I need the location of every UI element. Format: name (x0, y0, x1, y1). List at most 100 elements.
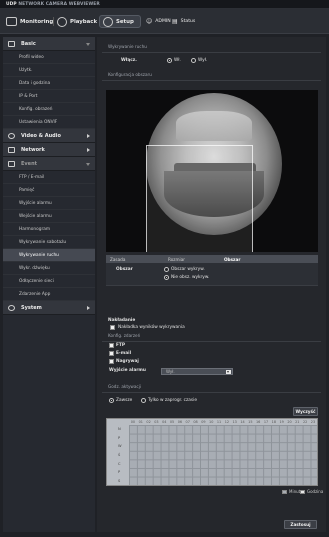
monitoring-button[interactable]: Monitoring (6, 15, 53, 28)
sidebar-section-label: Basic (21, 40, 36, 47)
sidebar-section-event[interactable]: Event (3, 157, 95, 171)
sidebar-section-basic[interactable]: Basic (3, 37, 95, 51)
alarm-out-label: Wyjście alarmu (109, 368, 146, 373)
sidebar-item[interactable]: Harmonogram (3, 223, 95, 236)
app-brand: UDP NETWORK CAMERA WEBVIEWER (6, 2, 100, 7)
basic-icon (8, 40, 15, 47)
system-icon (8, 304, 15, 311)
playback-button[interactable]: Playback (57, 15, 97, 28)
enable-off-radio[interactable] (191, 58, 196, 63)
schedule-days: N P W Ś C P S (107, 425, 129, 485)
sidebar-item[interactable]: IP & Port (3, 90, 95, 103)
sidebar-item[interactable]: Wejście alarmu (3, 210, 95, 223)
enable-on-label: Wł. (174, 58, 181, 63)
user-button[interactable]: ☺ ADMIN (146, 15, 171, 28)
alarm-out-select[interactable]: Wył. (161, 368, 233, 375)
sidebar-item[interactable]: Wykrywanie sabotażu (3, 236, 95, 249)
area-table-row: Obszar Obszar wykryw. Nie obsz. wykryw. (106, 263, 318, 286)
schedule-cells[interactable] (129, 425, 317, 485)
schedule-grid[interactable]: 00 01 02 03 04 05 06 07 08 09 10 11 12 1… (106, 418, 318, 486)
area-detect-radio[interactable] (164, 267, 169, 272)
clear-button[interactable]: Wyczyść (293, 407, 318, 416)
setup-label: Setup (116, 18, 134, 25)
sidebar-item[interactable]: Zdarzenie App (3, 288, 95, 301)
sidebar-section-label: System (21, 304, 42, 311)
gear-icon (103, 16, 113, 27)
day-label: S (118, 478, 121, 483)
brand-logo: UDP (6, 2, 17, 7)
user-icon: ☺ (146, 18, 153, 25)
setup-button[interactable]: Setup (99, 15, 141, 28)
day-label: C (118, 461, 121, 466)
sidebar-section-label: Event (21, 160, 38, 167)
camera-preview[interactable] (106, 90, 318, 252)
sidebar-item[interactable]: FTP / E-mail (3, 171, 95, 184)
sidebar-item[interactable]: Użytk. (3, 64, 95, 77)
overlay-checkbox[interactable] (110, 325, 115, 330)
email-label: E-mail (116, 351, 132, 356)
sidebar-item[interactable]: Ustawienia ONVIF (3, 116, 95, 129)
divider (102, 80, 321, 81)
day-label: N (118, 427, 121, 432)
main-navbar: Monitoring Playback Setup ☺ ADMIN ▤ Stat… (0, 9, 329, 34)
ftp-checkbox[interactable] (109, 343, 114, 348)
ftp-label: FTP (116, 343, 126, 348)
sidebar-item[interactable]: Konfig. obrazeń (3, 103, 95, 116)
chevron-down-icon (226, 370, 231, 374)
legend-hour-label: Godzina (307, 489, 324, 494)
sidebar-section-network[interactable]: Network (3, 143, 95, 157)
area-detect-label: Obszar wykryw. (171, 267, 205, 272)
user-label: ADMIN (155, 19, 171, 24)
divider (102, 341, 321, 342)
email-checkbox[interactable] (109, 351, 114, 356)
chevron-right-icon (87, 134, 90, 138)
settings-sidebar: Basic Profil wideo Użytk. Data i godzina… (3, 37, 95, 532)
sidebar-section-video-audio[interactable]: Video & Audio (3, 129, 95, 143)
chevron-right-icon (87, 306, 90, 310)
area-table-header: Zasada Rozmiar Obszar (106, 255, 318, 263)
network-icon (8, 146, 15, 153)
section-title-time: Godz. aktywacji (108, 384, 142, 389)
status-button[interactable]: ▤ Status (172, 15, 195, 28)
legend-hour-swatch (300, 489, 305, 494)
section-title-motion: Wykrywanie ruchu (108, 44, 147, 49)
sidebar-item[interactable]: Odłączenie sieci (3, 275, 95, 288)
sidebar-section-label: Video & Audio (21, 132, 61, 139)
time-schedule-radio[interactable] (141, 398, 146, 403)
area-nondetect-radio[interactable] (164, 275, 169, 280)
sidebar-item[interactable]: Profil wideo (3, 51, 95, 64)
status-icon: ▤ (172, 18, 178, 25)
record-checkbox[interactable] (109, 359, 114, 364)
legend-hour: Godzina (300, 489, 323, 494)
time-always-radio[interactable] (109, 398, 114, 403)
monitor-icon (6, 17, 17, 26)
sidebar-item[interactable]: Wyjście alarmu (3, 197, 95, 210)
day-label: P (118, 470, 121, 475)
divider (102, 52, 321, 53)
area-nondetect-label: Nie obsz. wykryw. (171, 275, 210, 280)
sidebar-item-motion-detection[interactable]: Wykrywanie ruchu (3, 249, 95, 262)
sidebar-item[interactable]: Data i godzina (3, 77, 95, 90)
section-title-actions: Konfig. zdarzeń (108, 333, 141, 338)
col-header: Obszar (224, 256, 241, 262)
detection-area-rect[interactable] (146, 145, 253, 252)
overlay-checkbox-label: Nakładka wyników wykrywania (118, 325, 185, 330)
enable-on-radio[interactable] (167, 58, 172, 63)
sidebar-item[interactable]: Wykr. dźwięku (3, 262, 95, 275)
enable-off-label: Wył. (198, 58, 208, 63)
title-bar: UDP NETWORK CAMERA WEBVIEWER (0, 0, 329, 9)
legend-minutes-label: Minut (289, 489, 301, 494)
sidebar-item[interactable]: Pamięć (3, 184, 95, 197)
legend-minutes: Minut (282, 489, 300, 494)
main-panel: Wykrywanie ruchu Włącz. Wł. Wył. Konfigu… (97, 37, 326, 532)
fisheye-ceiling (176, 111, 252, 141)
apply-button[interactable]: Zastosuj (284, 520, 317, 529)
area-label: Obszar (116, 267, 133, 272)
video-audio-icon (8, 132, 15, 139)
sidebar-section-system[interactable]: System (3, 301, 95, 315)
col-header: Zasada (110, 256, 126, 262)
section-title-zone: Konfiguracja obszaru (108, 72, 152, 77)
chevron-down-icon (86, 163, 90, 166)
event-icon (8, 160, 15, 167)
monitoring-label: Monitoring (20, 18, 54, 25)
